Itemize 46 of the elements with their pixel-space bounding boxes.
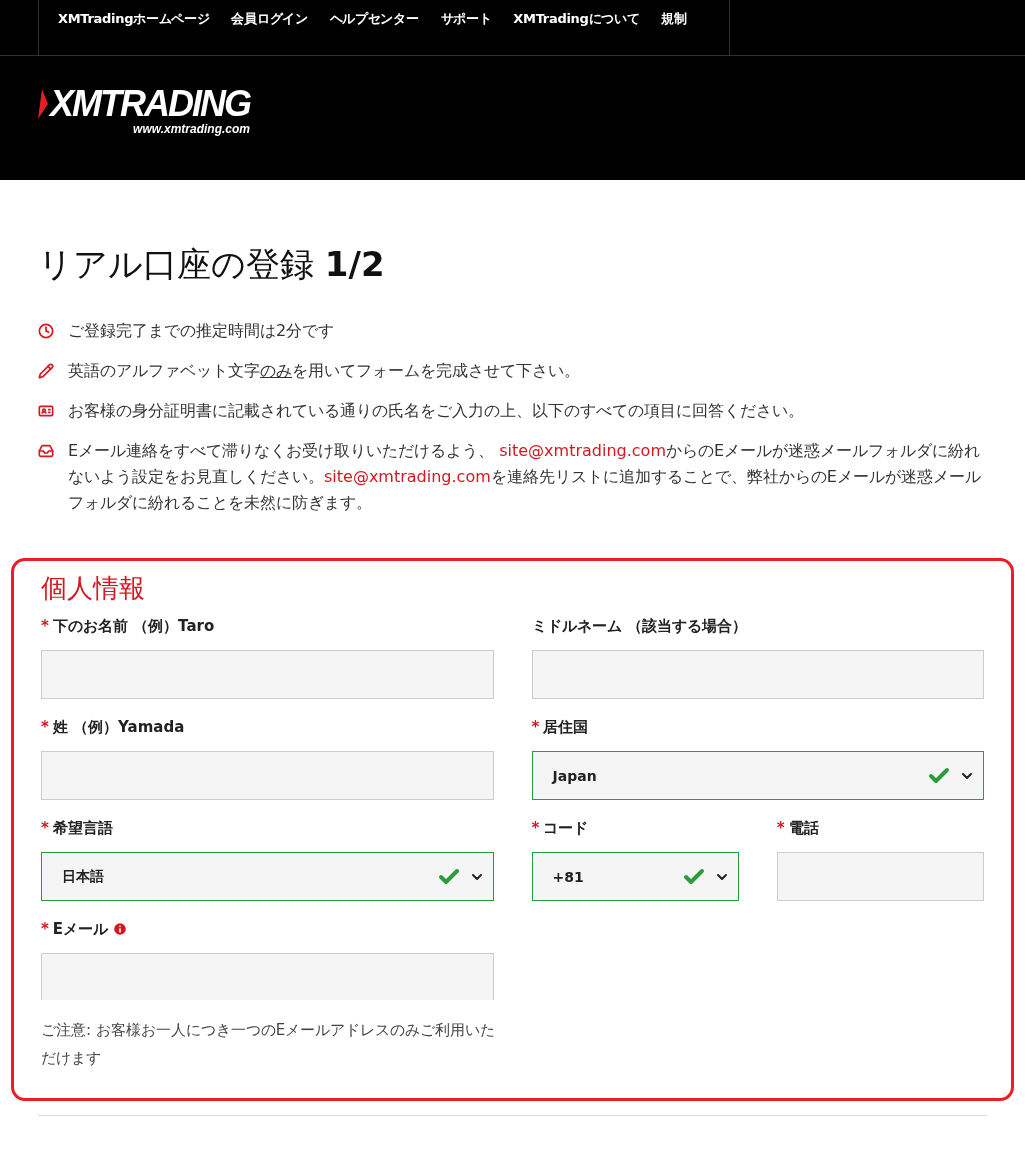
section-heading: 個人情報 xyxy=(41,572,146,605)
nav-link[interactable]: 規制 xyxy=(661,10,687,28)
field-label: 希望言語 xyxy=(52,818,113,838)
select-field[interactable]: Japan xyxy=(531,751,984,800)
required-mark: * xyxy=(776,819,785,837)
required-mark: * xyxy=(531,718,540,736)
nav-link[interactable]: XMTradingについて xyxy=(513,10,640,28)
required-mark: * xyxy=(41,617,49,635)
email-link[interactable]: site@xmtrading.com xyxy=(499,441,666,460)
required-mark: * xyxy=(41,819,49,837)
logo-mark-icon xyxy=(38,89,48,119)
logo-wordmark: XMTRADING xyxy=(50,86,250,122)
field-label: 姓 （例）Yamada xyxy=(52,717,185,737)
nav-link[interactable]: サポート xyxy=(440,10,492,28)
field-label: コード xyxy=(543,818,589,838)
notice-text: お客様の身分証明書に記載されている通りの氏名をご入力の上、以下のすべての項目に回答ください。 xyxy=(68,400,804,422)
input-field[interactable] xyxy=(531,650,984,699)
clock-icon xyxy=(38,323,54,339)
field-label: Eメール xyxy=(52,919,109,939)
input-field[interactable] xyxy=(41,953,494,1000)
notice-text: 英語のアルファベット文字のみを用いてフォームを完成させて下さい。 xyxy=(68,360,580,382)
inbox-icon xyxy=(38,443,54,459)
email-link[interactable]: site@xmtrading.com xyxy=(324,467,491,486)
field-label: 電話 xyxy=(788,818,819,838)
id-card-icon xyxy=(38,403,54,419)
required-mark: * xyxy=(41,718,49,736)
required-mark: * xyxy=(41,920,49,938)
field-label: 下のお名前 （例）Taro xyxy=(52,616,215,636)
nav-link[interactable]: XMTradingホームページ xyxy=(58,10,210,28)
notice-text: ご登録完了までの推定時間は2分です xyxy=(68,320,335,342)
logo-url: www.xmtrading.com xyxy=(133,122,250,136)
input-field[interactable] xyxy=(776,852,984,901)
select-field[interactable]: +81 xyxy=(531,852,739,901)
input-field[interactable] xyxy=(41,650,494,699)
pencil-icon xyxy=(38,363,54,379)
select-field[interactable]: 日本語 xyxy=(41,852,494,901)
nav-link[interactable]: 会員ログイン xyxy=(231,10,308,28)
field-label: 居住国 xyxy=(543,717,589,737)
notice-text: Eメール連絡をすべて滞りなくお受け取りいただけるよう、 site@xmtrading.comからのEメールが迷惑メールフォルダに紛れないよう設定をお見直しください。site@xmtrading.comを連絡先リストに追加することで、弊社からのEメールが迷惑メールフォルダに紛れることを未然に防ぎます。 xyxy=(68,440,982,514)
required-mark: * xyxy=(531,819,540,837)
field-label: ミドルネーム （該当する場合） xyxy=(531,616,747,636)
page-title: リアル口座の登録 1/2 xyxy=(38,243,386,286)
input-field[interactable] xyxy=(41,751,494,800)
email-note: ご注意: お客様お一人につき一つのEメールアドレスのみご利用いただけます xyxy=(41,1020,497,1069)
info-icon[interactable] xyxy=(112,921,129,937)
nav-link[interactable]: ヘルプセンター xyxy=(329,10,419,28)
